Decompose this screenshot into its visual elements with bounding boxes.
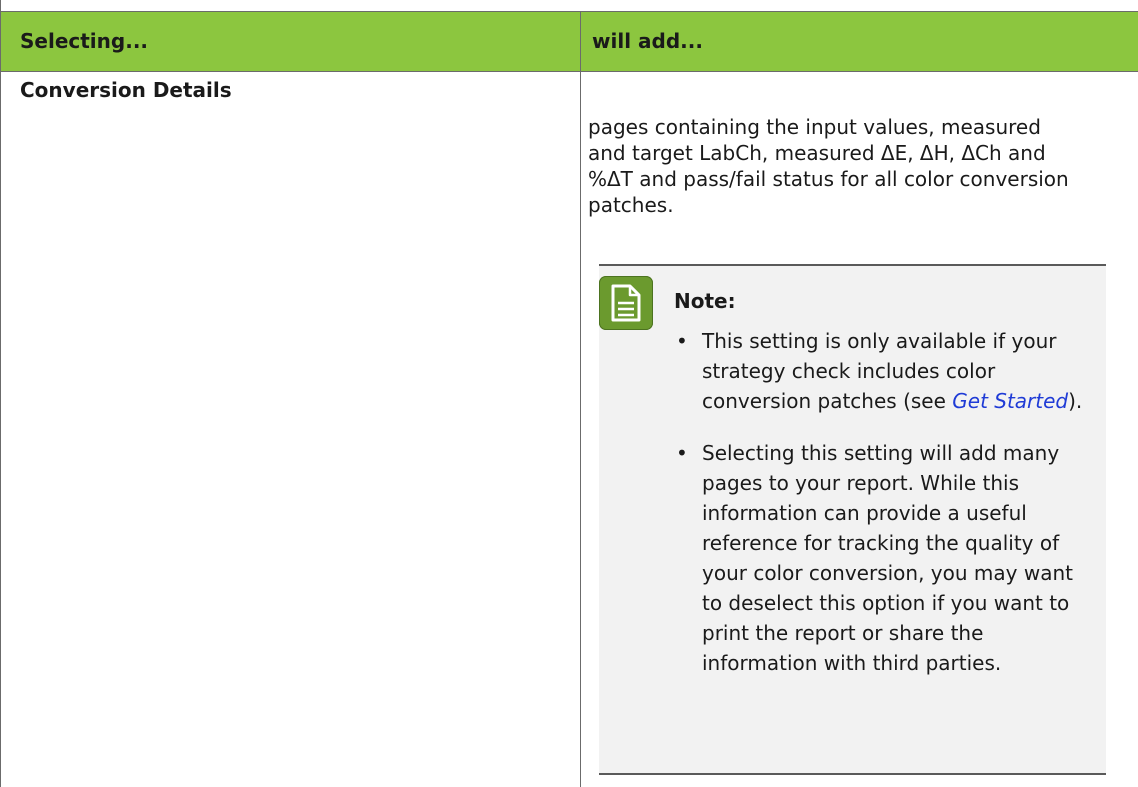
settings-table: Selecting... will add... Conversion Deta… xyxy=(0,0,1138,787)
get-started-link[interactable]: Get Started xyxy=(952,389,1068,413)
note-item-availability: • This setting is only available if your… xyxy=(674,326,1094,416)
bullet: • xyxy=(676,441,688,465)
page: Selecting... will add... Conversion Deta… xyxy=(0,0,1138,787)
note-item-warning: • Selecting this setting will add many p… xyxy=(674,438,1094,678)
note-document-icon xyxy=(599,276,653,330)
setting-name: Conversion Details xyxy=(20,78,232,102)
setting-description: pages containing the input values, measu… xyxy=(588,115,1069,217)
bullet: • xyxy=(676,329,688,353)
note-title: Note: xyxy=(674,289,736,313)
header-selecting: Selecting... xyxy=(20,29,149,53)
table-header-row: Selecting... will add... xyxy=(1,11,1138,72)
header-will-add: will add... xyxy=(592,29,703,53)
note-text-end: ). xyxy=(1068,389,1083,413)
note-text: Selecting this setting will add many pag… xyxy=(702,441,1073,675)
column-divider xyxy=(580,11,581,787)
note-box: Note: • This setting is only available i… xyxy=(599,264,1106,775)
note-list: • This setting is only available if your… xyxy=(674,326,1094,700)
